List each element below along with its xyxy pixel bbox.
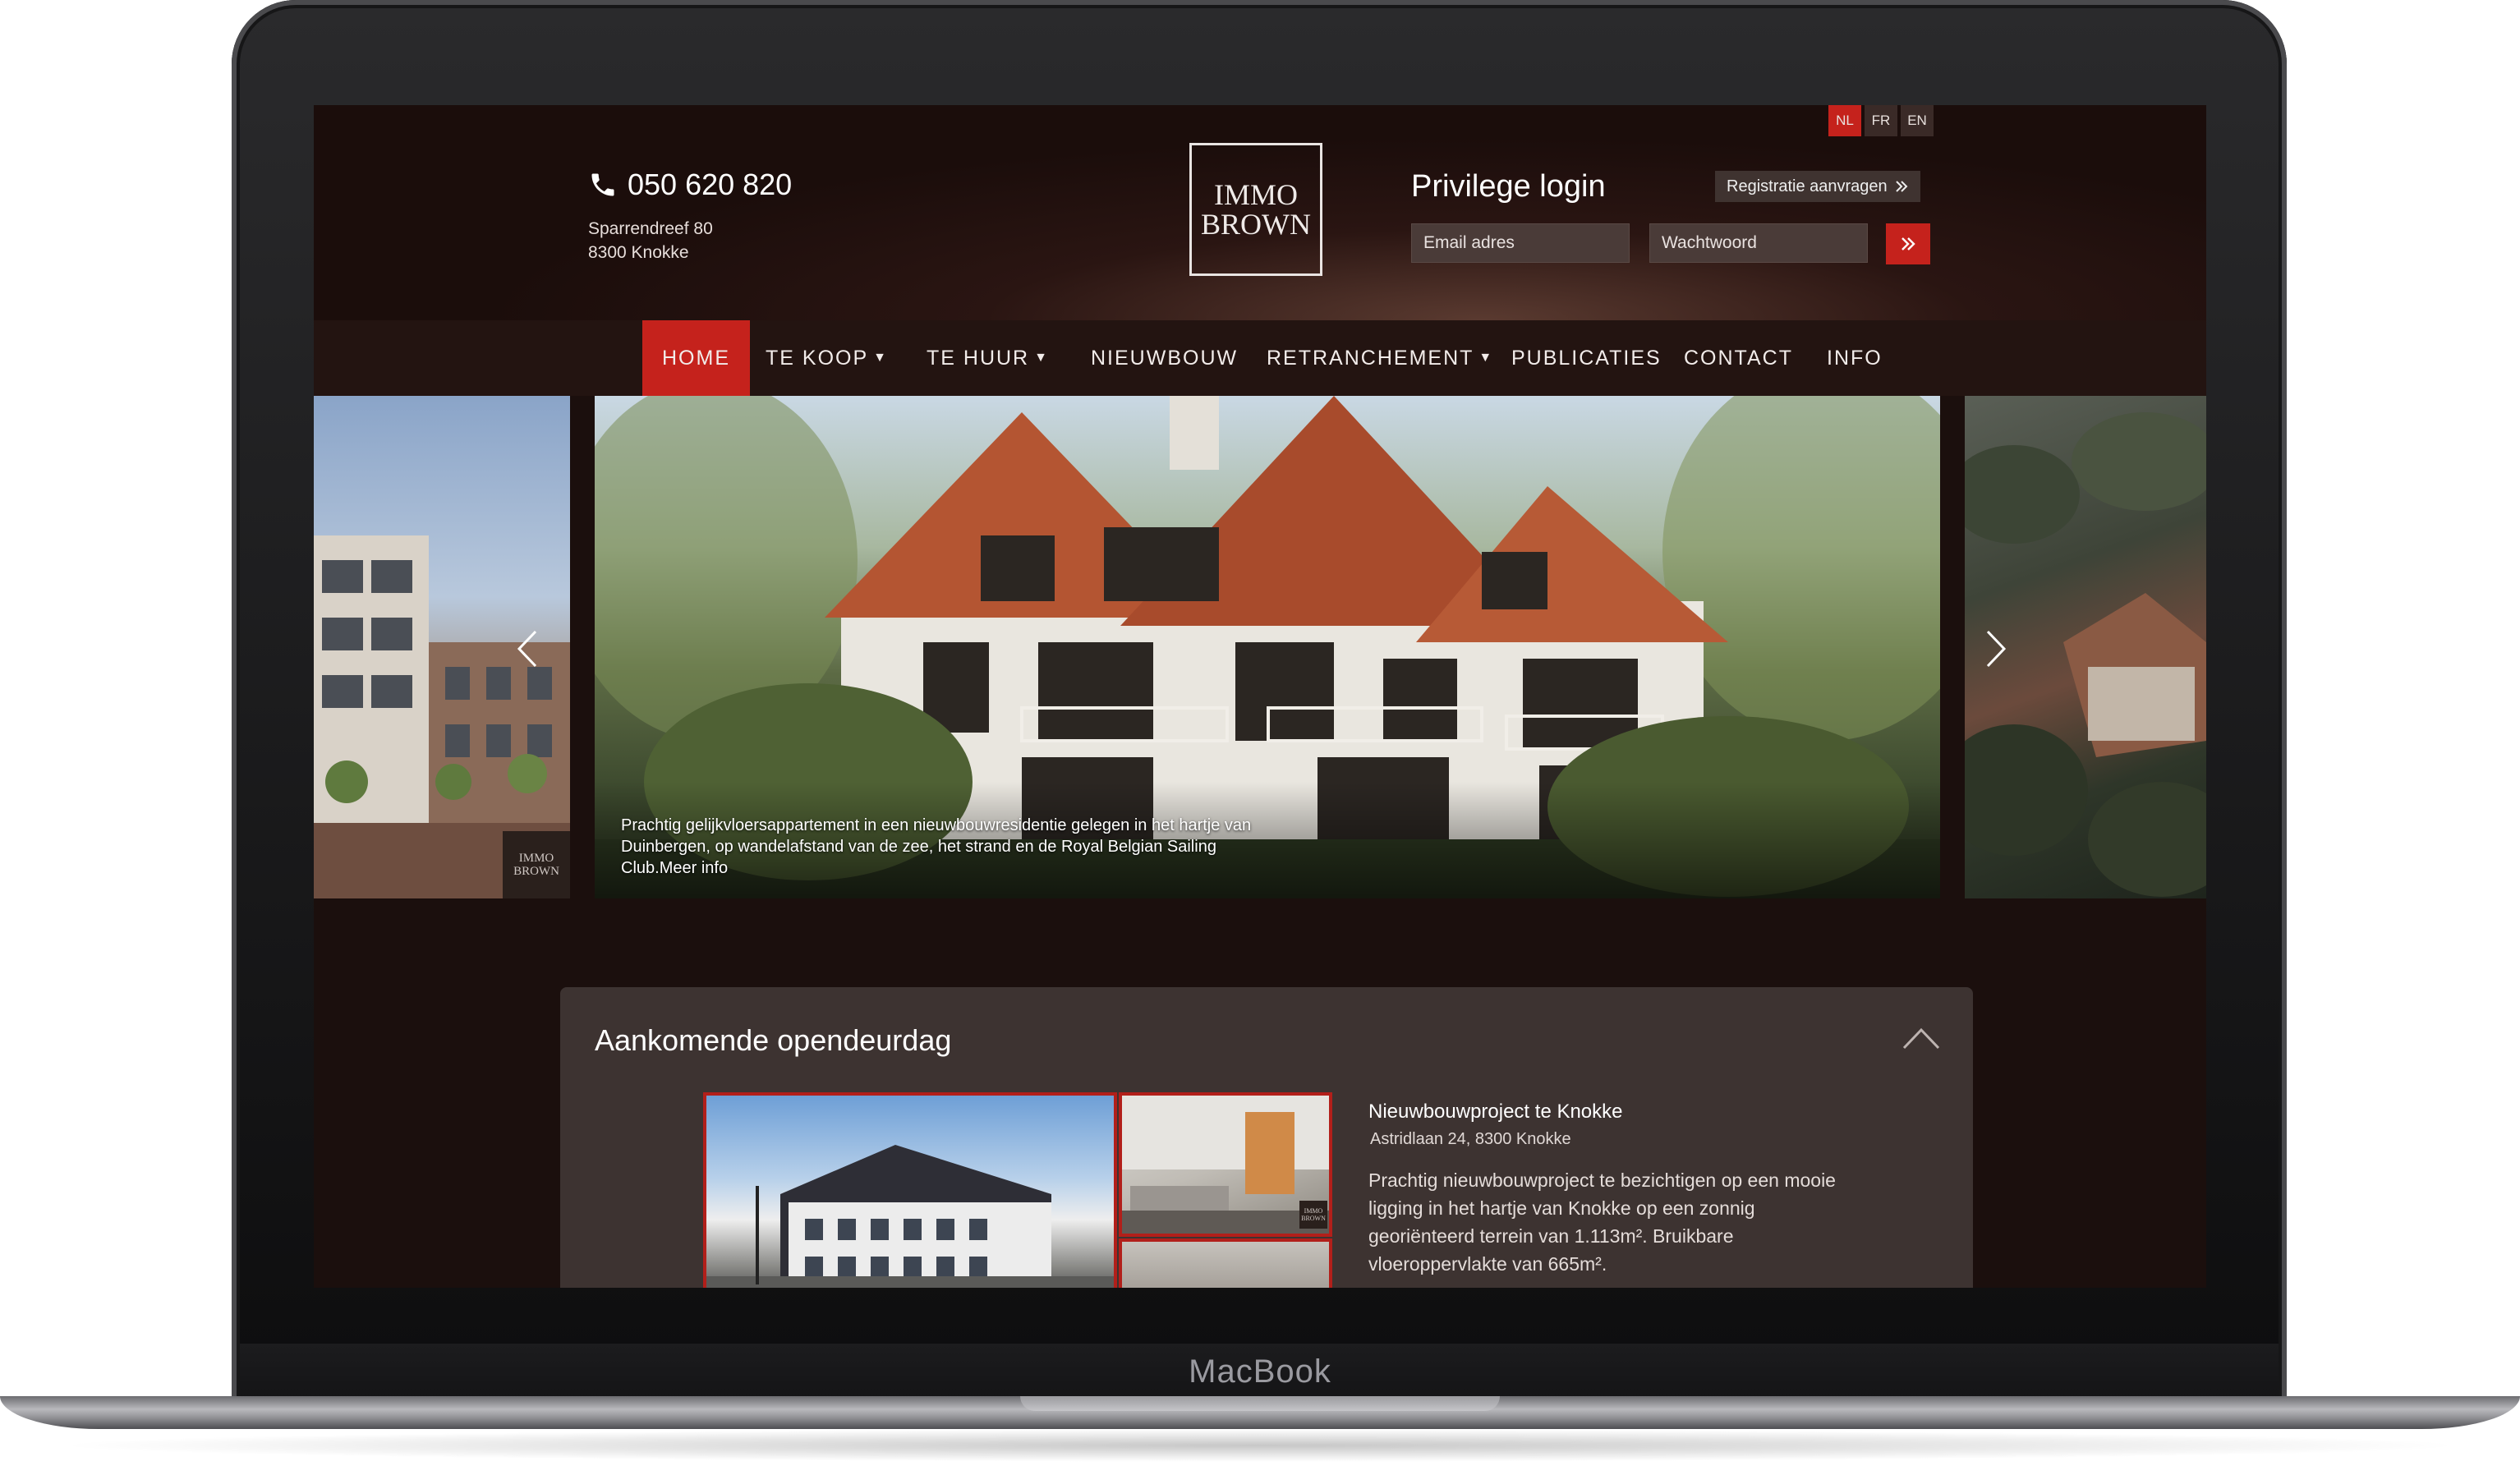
double-chevron-right-icon: [1901, 237, 1915, 250]
double-chevron-right-icon: [1895, 181, 1908, 192]
nav-te-koop[interactable]: TE KOOP ▼: [766, 320, 888, 396]
nav-home-label: HOME: [662, 347, 730, 370]
nav-te-koop-label: TE KOOP: [766, 347, 869, 370]
phone-number[interactable]: 050 620 820: [628, 168, 792, 202]
address-street: Sparrendreef 80: [588, 219, 713, 238]
email-input[interactable]: [1411, 223, 1630, 263]
nav-home[interactable]: HOME: [642, 320, 750, 396]
logo-line-2: BROWN: [1301, 1215, 1326, 1222]
main-nav: HOME TE KOOP ▼ TE HUUR ▼ NIEUWBOUW RETRANC…: [314, 320, 2206, 396]
contact-block: 050 620 820 Sparrendreef 80 8300 Knokke: [588, 168, 792, 264]
immo-brown-logo[interactable]: IMMO BROWN: [1189, 143, 1322, 276]
nav-te-huur[interactable]: TE HUUR ▼: [927, 320, 1049, 396]
address: Sparrendreef 80 8300 Knokke: [588, 217, 792, 264]
logo-line-2: BROWN: [1201, 208, 1311, 241]
nav-info[interactable]: INFO: [1827, 320, 1883, 396]
slide-current[interactable]: Prachtig gelijkvloersappartement in een …: [595, 396, 1940, 898]
listing-description: Prachtig nieuwbouwproject te bezichtigen…: [1368, 1169, 1836, 1275]
password-input[interactable]: [1649, 223, 1868, 263]
chevron-up-icon: [1902, 1027, 1940, 1050]
nav-nieuwbouw-label: NIEUWBOUW: [1091, 347, 1239, 370]
nav-contact-label: CONTACT: [1684, 347, 1793, 370]
website-screen: NL FR EN 050 620 820 Sparrendreef 80 830…: [314, 105, 2206, 1288]
logo-line-1: IMMO: [518, 852, 554, 865]
meer-info-link[interactable]: Meer info: [660, 859, 728, 877]
language-switcher: NL FR EN: [1828, 105, 1934, 136]
lang-nl[interactable]: NL: [1828, 105, 1861, 136]
phone-line: 050 620 820: [588, 168, 792, 202]
nav-retranchement-label: RETRANCHEMENT: [1267, 347, 1474, 370]
logo-line-1: IMMO: [1213, 178, 1298, 211]
interior-photo: [1122, 1096, 1329, 1234]
caret-down-icon: ▼: [1478, 351, 1494, 365]
slide-logo-badge: IMMO BROWN: [503, 831, 570, 898]
nav-retranchement[interactable]: RETRANCHEMENT ▼: [1267, 320, 1493, 396]
slide-caption: Prachtig gelijkvloersappartement in een …: [621, 815, 1262, 879]
nav-te-huur-label: TE HUUR: [927, 347, 1030, 370]
address-city: 8300 Knokke: [588, 243, 689, 262]
phone-icon: [591, 173, 614, 196]
logo-line-1: IMMO: [1304, 1207, 1323, 1215]
listing-title[interactable]: Nieuwbouwproject te Knokke: [1368, 1101, 1623, 1123]
listing-photo-thumb-1[interactable]: IMMO BROWN: [1119, 1092, 1332, 1237]
chevron-left-icon: [517, 630, 537, 668]
nav-contact[interactable]: CONTACT: [1684, 320, 1793, 396]
site-header: NL FR EN 050 620 820 Sparrendreef 80 830…: [314, 105, 2206, 320]
login-title: Privilege login: [1411, 169, 1606, 204]
register-button[interactable]: Registratie aanvragen: [1715, 171, 1920, 202]
login-submit-button[interactable]: [1886, 223, 1930, 264]
laptop-notch: [1020, 1396, 1500, 1411]
listing-photo-thumb-2[interactable]: [1119, 1238, 1332, 1288]
nav-publicaties[interactable]: PUBLICATIES: [1511, 320, 1662, 396]
listing-photo-main[interactable]: [703, 1092, 1117, 1288]
building-photo: [706, 1145, 1114, 1288]
slider-prev-button[interactable]: [511, 626, 544, 672]
chevron-right-icon: [1986, 630, 2007, 668]
open-house-panel: Aankomende opendeurdag IMMO BROWN Nieuwb…: [560, 987, 1973, 1288]
nav-publicaties-label: PUBLICATIES: [1511, 347, 1662, 370]
nav-nieuwbouw[interactable]: NIEUWBOUW: [1091, 320, 1238, 396]
caret-down-icon: ▼: [1034, 351, 1049, 365]
laptop-shadow: [49, 1429, 2471, 1462]
register-label: Registratie aanvragen: [1727, 177, 1888, 195]
nav-info-label: INFO: [1827, 347, 1883, 370]
listing-address: Astridlaan 24, 8300 Knokke: [1370, 1130, 1571, 1148]
lang-fr[interactable]: FR: [1865, 105, 1897, 136]
logo-line-2: BROWN: [513, 865, 559, 878]
thumb-logo-badge: IMMO BROWN: [1299, 1201, 1327, 1229]
caret-down-icon: ▼: [873, 351, 888, 365]
hero-slider: IMMO BROWN Prachtig gelijkvloersappartem…: [314, 396, 2206, 898]
slider-next-button[interactable]: [1980, 626, 2012, 672]
collapse-panel-button[interactable]: [1902, 1027, 1940, 1050]
lang-en[interactable]: EN: [1901, 105, 1934, 136]
device-label: MacBook: [1189, 1353, 1331, 1390]
panel-title: Aankomende opendeurdag: [595, 1023, 952, 1057]
